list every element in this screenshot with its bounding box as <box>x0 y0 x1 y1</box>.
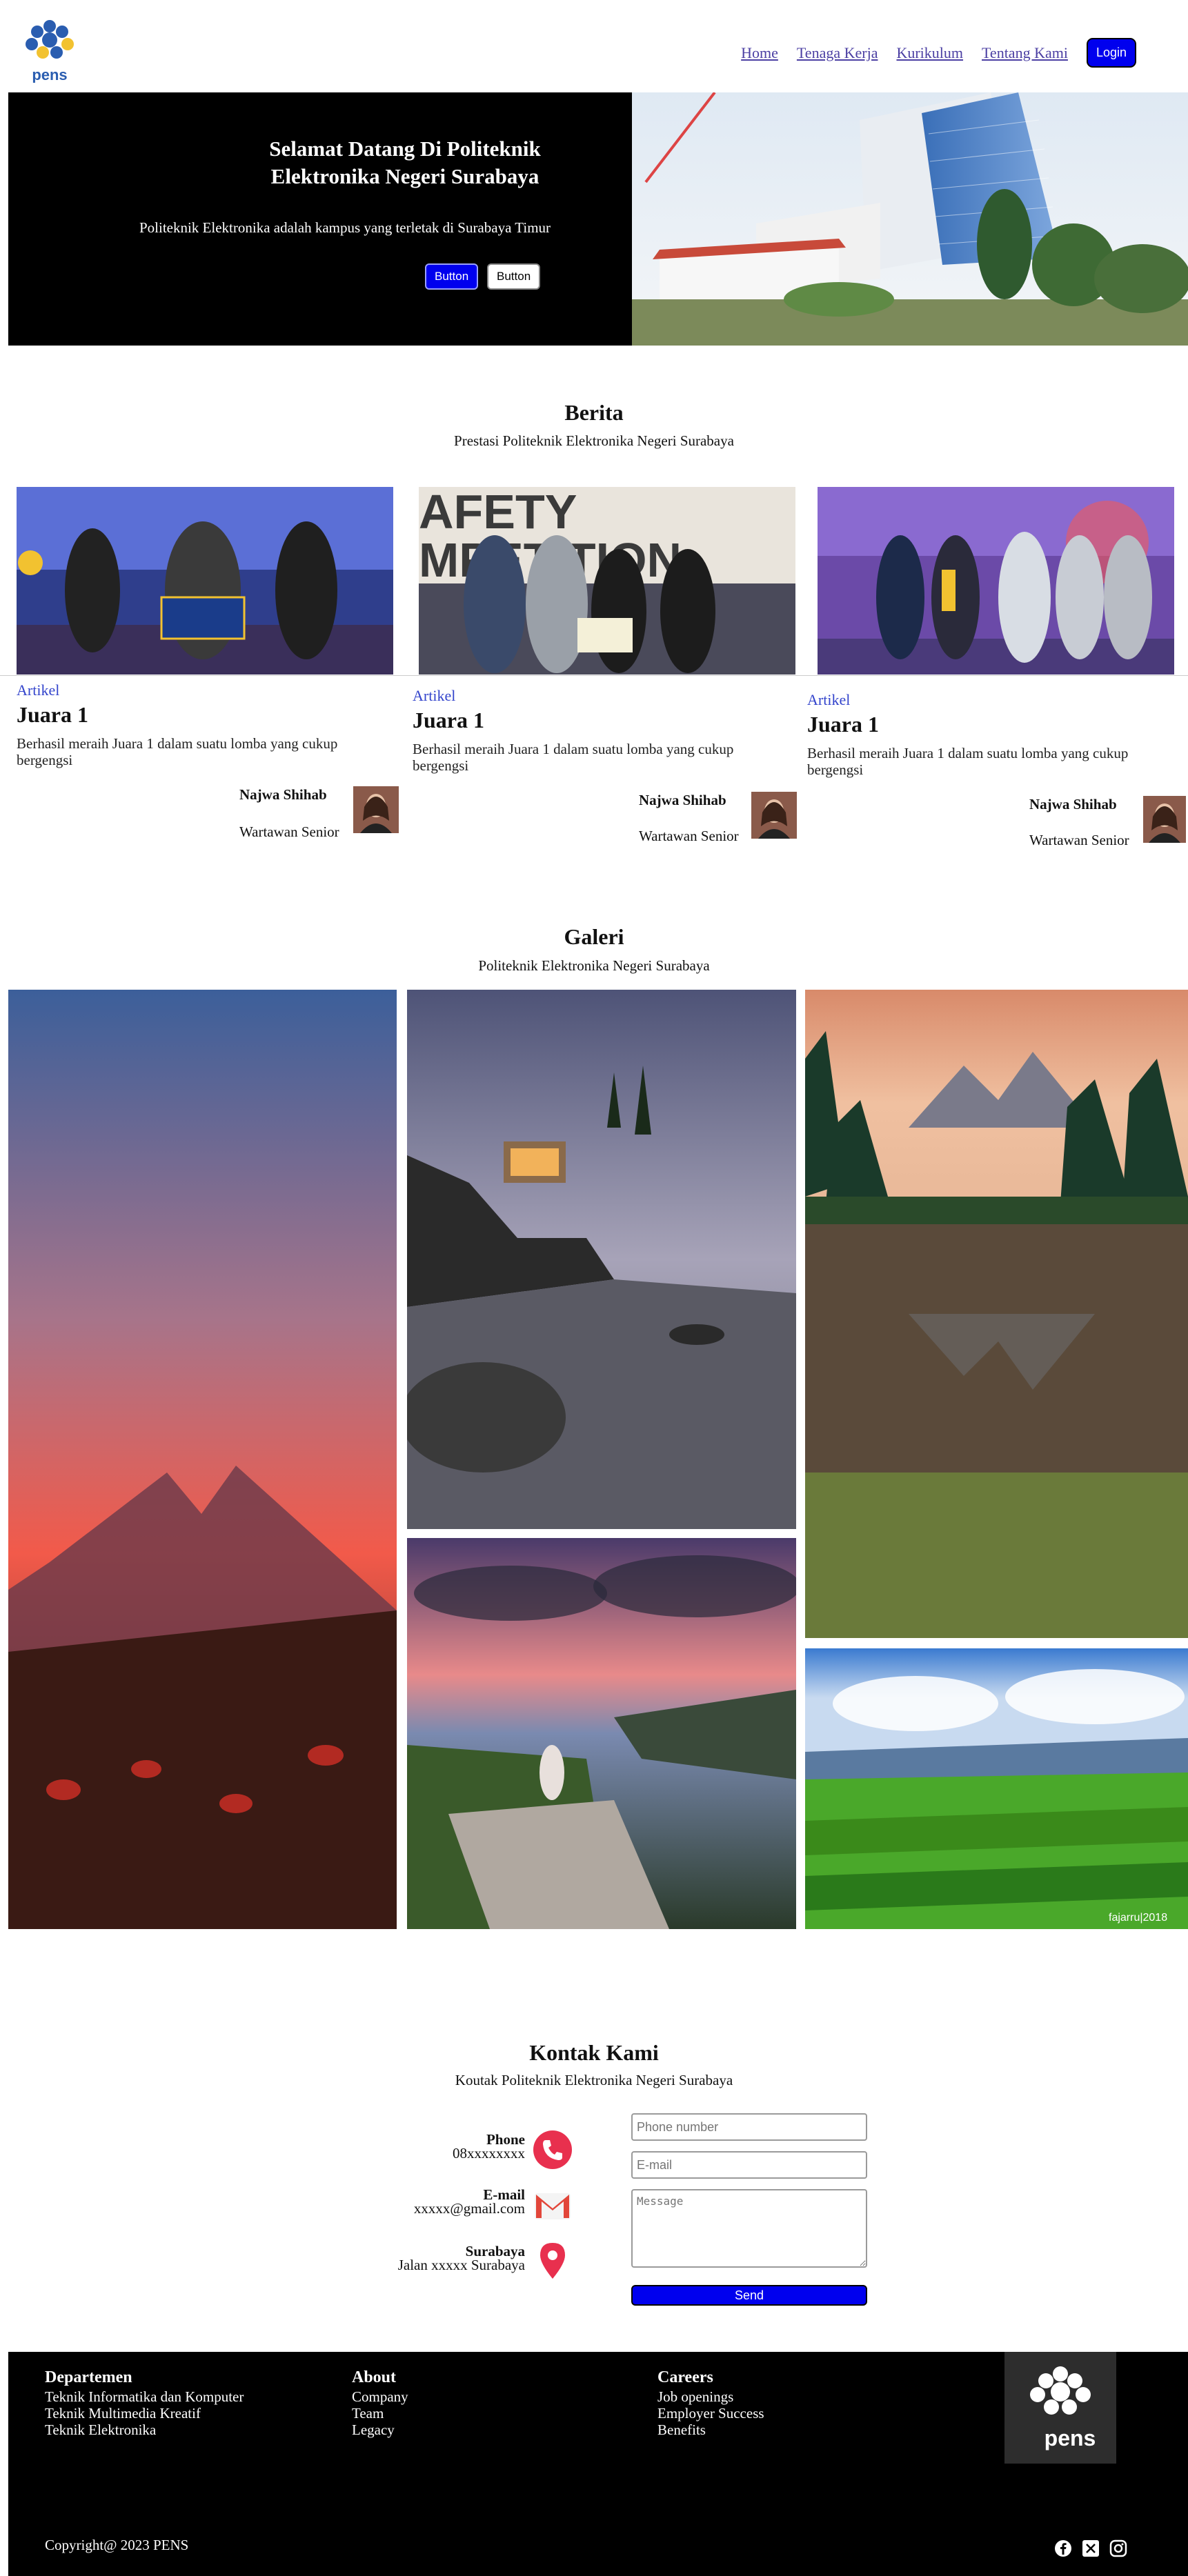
gallery-image-rice-field[interactable]: fajarru|2018 <box>805 1648 1188 1929</box>
hero-primary-button[interactable]: Button <box>425 263 479 290</box>
instagram-icon[interactable] <box>1109 2539 1127 2557</box>
kontak-subtitle: Koutak Politeknik Elektronika Negeri Sur… <box>455 2072 733 2088</box>
gallery-image-mountain-sunset[interactable] <box>8 990 397 1929</box>
nav-link-tentang-kami[interactable]: Tentang Kami <box>982 44 1068 62</box>
facebook-icon[interactable] <box>1054 2539 1072 2557</box>
author-avatar <box>1143 796 1186 843</box>
footer-link[interactable]: Benefits <box>657 2422 764 2438</box>
news-card-description: Berhasil meraih Juara 1 dalam suatu lomb… <box>413 741 734 774</box>
news-card-photo <box>17 487 393 675</box>
news-card-category[interactable]: Artikel <box>807 691 850 709</box>
email-value: xxxxx@gmail.com <box>413 2200 525 2217</box>
copyright-text: Copyright@ 2023 PENS <box>45 2537 189 2553</box>
message-textarea[interactable] <box>631 2189 867 2268</box>
hero-title: Selamat Datang Di Politeknik Elektronika… <box>269 137 541 188</box>
news-card-description: Berhasil meraih Juara 1 dalam suatu lomb… <box>17 735 338 768</box>
footer-link[interactable]: Company <box>352 2388 408 2405</box>
news-card-title[interactable]: Juara 1 <box>17 702 88 728</box>
location-pin-icon <box>532 2240 573 2282</box>
news-card-author: Najwa Shihab <box>239 786 327 803</box>
twitter-x-icon[interactable] <box>1082 2539 1100 2557</box>
address-value: Jalan xxxxx Surabaya <box>397 2257 525 2273</box>
email-input[interactable] <box>631 2151 867 2179</box>
hero-subtitle: Politeknik Elektronika adalah kampus yan… <box>139 219 551 236</box>
galeri-subtitle: Politeknik Elektronika Negeri Surabaya <box>478 957 710 974</box>
gallery-image-coastal-view[interactable] <box>407 1538 796 1929</box>
footer-link[interactable]: Employer Success <box>657 2405 764 2422</box>
send-button[interactable]: Send <box>631 2285 867 2306</box>
svg-text:pens: pens <box>32 66 67 83</box>
nav-link-home[interactable]: Home <box>741 44 778 62</box>
footer-link[interactable]: Legacy <box>352 2422 408 2438</box>
news-card-photo: AFETY MPETITION <box>419 487 795 675</box>
author-avatar <box>353 786 399 833</box>
pens-logo[interactable]: pens <box>17 17 83 83</box>
news-card-title[interactable]: Juara 1 <box>807 712 879 737</box>
footer-col-departemen: Departemen Teknik Informatika dan Komput… <box>45 2368 244 2438</box>
footer-col-about: About Company Team Legacy <box>352 2368 408 2438</box>
news-card[interactable]: Artikel Juara 1 Berhasil meraih Juara 1 … <box>807 487 1188 848</box>
footer-heading: Departemen <box>45 2368 132 2386</box>
kontak-title: Kontak Kami <box>529 2040 659 2065</box>
svg-text:fajarru|2018: fajarru|2018 <box>1109 1912 1167 1924</box>
news-card[interactable]: Artikel Juara 1 Berhasil meraih Juara 1 … <box>8 487 399 846</box>
nav-link-tenaga-kerja[interactable]: Tenaga Kerja <box>797 44 878 62</box>
footer-heading: About <box>352 2368 397 2386</box>
footer-link[interactable]: Teknik Informatika dan Komputer <box>45 2388 244 2405</box>
news-card-role: Wartawan Senior <box>239 823 339 840</box>
news-card[interactable]: AFETY MPETITION Artikel Juara 1 Berhasil… <box>408 487 797 846</box>
news-card-title[interactable]: Juara 1 <box>413 708 484 733</box>
footer-col-careers: Careers Job openings Employer Success Be… <box>657 2368 764 2438</box>
login-button[interactable]: Login <box>1086 38 1136 68</box>
galeri-title: Galeri <box>564 924 624 949</box>
phone-icon <box>532 2129 573 2170</box>
nav-links: Home Tenaga Kerja Kurikulum Tentang Kami… <box>741 38 1136 68</box>
news-card-author: Najwa Shihab <box>639 792 726 808</box>
footer-link[interactable]: Teknik Multimedia Kreatif <box>45 2405 244 2422</box>
footer-logo-text: pens <box>1045 2426 1096 2450</box>
hero-secondary-button[interactable]: Button <box>487 263 541 290</box>
news-card-author: Najwa Shihab <box>1029 796 1117 812</box>
author-avatar <box>751 792 797 839</box>
news-card-category[interactable]: Artikel <box>413 687 455 705</box>
news-card-category[interactable]: Artikel <box>17 681 59 699</box>
footer-pens-logo: pens <box>1004 2352 1116 2464</box>
nav-link-kurikulum[interactable]: Kurikulum <box>896 44 963 62</box>
news-card-role: Wartawan Senior <box>639 828 739 844</box>
news-card-role: Wartawan Senior <box>1029 832 1129 848</box>
footer-heading: Careers <box>657 2368 713 2386</box>
divider <box>0 675 1188 676</box>
campus-building-image <box>632 92 1188 346</box>
phone-input[interactable] <box>631 2113 867 2141</box>
phone-value: 08xxxxxxxx <box>453 2145 525 2161</box>
berita-subtitle: Prestasi Politeknik Elektronika Negeri S… <box>454 432 734 449</box>
gallery-image-forest-lake[interactable] <box>805 990 1188 1638</box>
news-card-description: Berhasil meraih Juara 1 dalam suatu lomb… <box>807 745 1129 778</box>
footer-link[interactable]: Teknik Elektronika <box>45 2422 244 2438</box>
footer-link[interactable]: Team <box>352 2405 408 2422</box>
berita-title: Berita <box>564 400 624 425</box>
footer-link[interactable]: Job openings <box>657 2388 764 2405</box>
gmail-icon <box>532 2185 573 2226</box>
gallery-image-lake-house[interactable] <box>407 990 796 1529</box>
news-card-photo <box>818 487 1174 675</box>
svg-text:AFETY: AFETY <box>419 487 577 539</box>
